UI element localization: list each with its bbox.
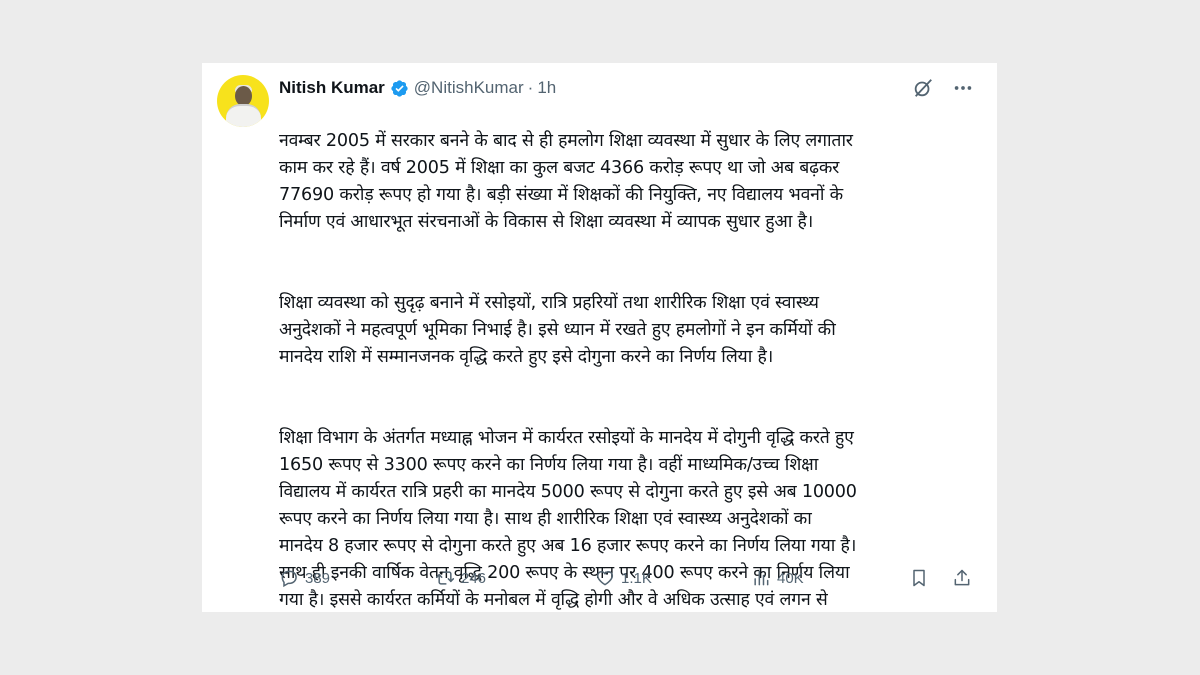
tweet-text: नवम्बर 2005 में सरकार बनने के बाद से ही … — [279, 101, 979, 612]
author-name[interactable]: Nitish Kumar — [279, 78, 385, 98]
heart-icon — [596, 571, 614, 586]
retweet-count: 246 — [461, 569, 487, 587]
bookmark-button[interactable] — [909, 568, 929, 588]
bookmark-icon — [913, 569, 925, 587]
retweet-button[interactable]: 246 — [435, 568, 486, 588]
tweet-card[interactable]: Nitish Kumar @NitishKumar · 1h नवम्बर 20… — [202, 63, 997, 612]
reply-button[interactable]: 389 — [279, 568, 330, 588]
grok-icon[interactable] — [912, 77, 934, 99]
tweet-header: Nitish Kumar @NitishKumar · 1h — [279, 77, 556, 99]
retweet-icon — [435, 571, 455, 585]
views-button[interactable]: 40K — [751, 568, 804, 588]
tweet-paragraph-2: शिक्षा व्यवस्था को सुदृढ़ बनाने में रसोइ… — [279, 293, 836, 367]
reply-icon — [281, 570, 297, 588]
reply-count: 389 — [305, 569, 331, 587]
verified-badge-icon[interactable] — [390, 79, 409, 98]
analytics-icon — [754, 570, 769, 586]
tweet-time[interactable]: 1h — [537, 78, 556, 98]
avatar-body — [226, 104, 261, 127]
avatar[interactable] — [217, 75, 269, 127]
share-icon — [954, 569, 970, 586]
more-options-icon[interactable] — [952, 77, 974, 99]
share-button[interactable] — [952, 568, 972, 588]
separator-dot: · — [527, 78, 534, 97]
author-handle[interactable]: @NitishKumar — [414, 78, 524, 98]
views-count: 40K — [777, 569, 804, 587]
avatar-head — [235, 86, 252, 106]
like-button[interactable]: 1.1K — [595, 568, 652, 588]
tweet-paragraph-1: नवम्बर 2005 में सरकार बनने के बाद से ही … — [279, 131, 853, 232]
like-count: 1.1K — [621, 569, 652, 587]
top-actions — [912, 77, 974, 99]
